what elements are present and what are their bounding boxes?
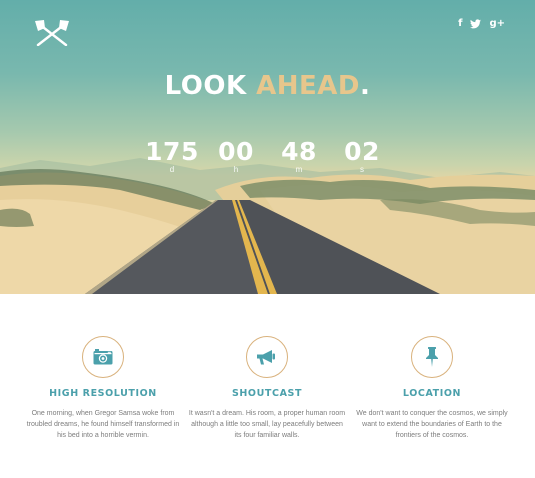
feature-description: We don't want to conquer the cosmos, we … — [356, 410, 508, 439]
feature-title: LOCATION — [402, 388, 462, 399]
feature-description: One morning, when Gregor Samsa woke from… — [26, 410, 180, 439]
headline-end: . — [360, 71, 371, 101]
headline-accent: AHEAD — [256, 71, 361, 101]
axes-logo-icon — [35, 20, 69, 47]
hero-section: f g+ LOOK AHEAD. 175 d 00 h 48 m 02 s — [0, 0, 535, 294]
desert-road-background — [0, 158, 535, 294]
feature-shoutcast: SHOUTCAST It wasn't a dream. His room, a… — [183, 336, 351, 441]
feature-title: HIGH RESOLUTION — [49, 388, 157, 399]
countdown-minutes: 48 m — [269, 139, 329, 175]
countdown-days-value: 175 — [145, 137, 199, 166]
feature-location: LOCATION We don't want to conquer the co… — [348, 336, 516, 441]
countdown-seconds-unit: s — [360, 165, 364, 174]
countdown-days: 175 d — [142, 139, 202, 175]
feature-description: It wasn't a dream. His room, a proper hu… — [188, 410, 346, 439]
countdown-seconds-value: 02 — [344, 137, 380, 166]
feature-high-resolution: HIGH RESOLUTION One morning, when Gregor… — [19, 336, 187, 441]
feature-icon-circle — [82, 336, 124, 378]
facebook-icon[interactable]: f — [458, 19, 462, 32]
countdown-minutes-unit: m — [295, 165, 303, 174]
countdown-days-unit: d — [169, 165, 175, 174]
feature-title: SHOUTCAST — [231, 388, 303, 399]
google-plus-icon[interactable]: g+ — [489, 19, 505, 32]
feature-icon-circle — [246, 336, 288, 378]
camera-icon — [93, 349, 113, 365]
pushpin-icon — [426, 347, 438, 367]
countdown-seconds: 02 s — [332, 139, 392, 175]
megaphone-icon — [257, 350, 275, 365]
features-section: HIGH RESOLUTION One morning, when Gregor… — [0, 294, 535, 478]
hero-headline: LOOK AHEAD. — [0, 71, 535, 101]
social-links: f g+ — [458, 19, 505, 32]
countdown-minutes-value: 48 — [281, 137, 317, 166]
countdown-hours-value: 00 — [218, 137, 254, 166]
countdown-hours-unit: h — [233, 165, 239, 174]
headline-main: LOOK — [164, 71, 247, 101]
feature-icon-circle — [411, 336, 453, 378]
twitter-icon[interactable] — [470, 19, 482, 32]
crossed-axes-logo[interactable] — [33, 20, 71, 47]
countdown-hours: 00 h — [206, 139, 266, 175]
